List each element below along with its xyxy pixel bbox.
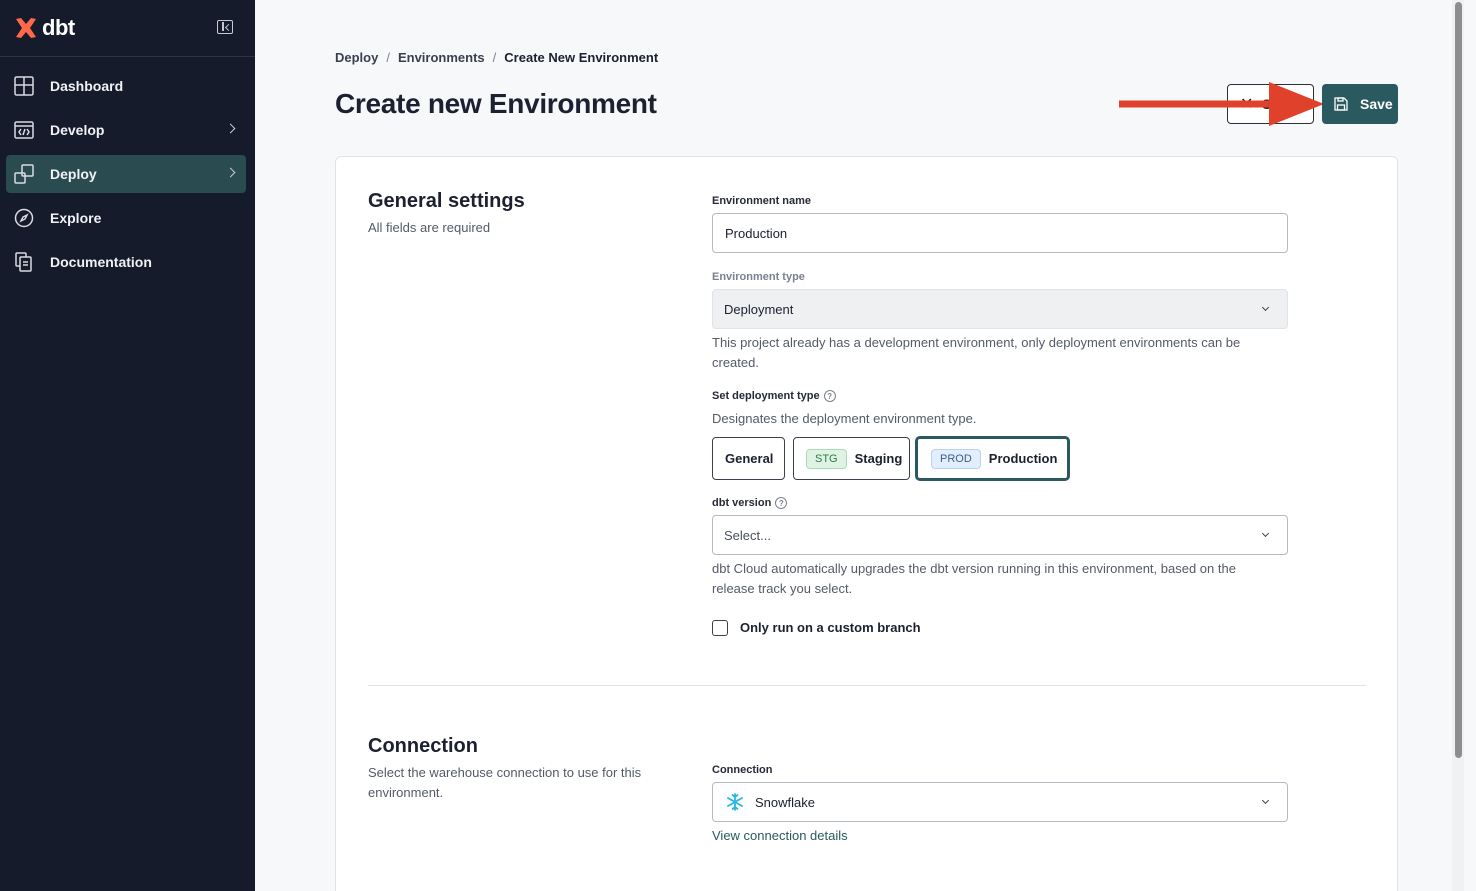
general-settings-subtitle: All fields are required (368, 220, 491, 235)
help-icon[interactable]: ? (823, 390, 836, 402)
breadcrumb: Deploy / Environments / Create New Envir… (335, 50, 658, 65)
grid-icon (14, 76, 34, 96)
deployment-type-label: Set deployment type ? (712, 390, 836, 402)
sidebar-nav: Dashboard Develop Deploy Explore Documen… (0, 57, 255, 281)
annotation-arrow-icon (1119, 82, 1324, 126)
sidebar: dbt Dashboard Develop Deploy Explore Doc… (0, 0, 255, 891)
compass-icon (14, 208, 34, 228)
sidebar-item-documentation[interactable]: Documentation (6, 243, 246, 281)
environment-type-label-text: Environment type (712, 271, 805, 283)
sidebar-item-dashboard[interactable]: Dashboard (6, 67, 246, 105)
environment-type-helper: This project already has a development e… (712, 335, 1241, 370)
general-settings-title: General settings (368, 190, 525, 212)
sidebar-item-label: Deploy (50, 166, 97, 182)
connection-value: Snowflake (755, 794, 815, 810)
sidebar-item-explore[interactable]: Explore (6, 199, 246, 237)
breadcrumb-separator: / (386, 50, 390, 65)
environment-name-input[interactable]: Production (712, 213, 1288, 253)
dbt-version-label-text: dbt version (712, 497, 772, 509)
brand-header: dbt (0, 0, 255, 57)
environment-name-value: Production (725, 225, 788, 241)
snowflake-icon (725, 792, 745, 812)
help-icon[interactable]: ? (775, 497, 788, 509)
custom-branch-label[interactable]: Only run on a custom branch (740, 620, 921, 635)
brand-name: dbt (42, 15, 75, 40)
chevron-right-icon (225, 167, 236, 178)
sidebar-item-label: Documentation (50, 254, 152, 270)
connection-select[interactable]: Snowflake (712, 782, 1288, 822)
sidebar-item-deploy[interactable]: Deploy (6, 155, 246, 193)
sidebar-item-label: Explore (50, 210, 102, 226)
connection-label-text: Connection (712, 764, 773, 776)
connection-title: Connection (368, 735, 478, 757)
environment-name-label: Environment name (712, 195, 811, 207)
docs-icon (14, 252, 34, 272)
scrollbar[interactable] (1452, 0, 1464, 891)
dbt-logo-icon[interactable] (14, 16, 38, 40)
dbt-version-placeholder: Select... (724, 527, 771, 543)
breadcrumb-current: Create New Environment (504, 50, 659, 65)
view-connection-details-link[interactable]: View connection details (712, 828, 848, 843)
environment-type-value: Deployment (724, 301, 794, 317)
page-title: Create new Environment (335, 88, 657, 119)
chevron-down-icon (1261, 303, 1270, 312)
scrollbar-thumb[interactable] (1455, 2, 1462, 758)
deploy-type-staging[interactable]: STG Staging (793, 437, 910, 480)
chevron-down-icon (1261, 529, 1270, 538)
prod-tag: PROD (931, 448, 981, 469)
code-icon (14, 120, 34, 140)
sidebar-item-label: Dashboard (50, 78, 124, 94)
deploy-type-label: Production (988, 451, 1058, 466)
stg-tag: STG (806, 448, 847, 469)
chevron-right-icon (225, 123, 236, 134)
environment-type-select: Deployment (712, 289, 1288, 329)
deploy-type-general[interactable]: General (712, 437, 785, 480)
deploy-type-label: Staging (854, 451, 903, 466)
deployment-type-label-text: Set deployment type (712, 390, 820, 402)
environment-form-card: General settings All fields are required… (335, 156, 1398, 891)
save-icon (1334, 97, 1348, 111)
collapse-sidebar-icon[interactable] (217, 20, 233, 34)
breadcrumb-environments[interactable]: Environments (398, 50, 485, 65)
deploy-type-production[interactable]: PROD Production (916, 437, 1069, 480)
chevron-down-icon (1261, 796, 1270, 805)
save-button[interactable]: Save (1322, 84, 1398, 124)
deployment-type-helper: Designates the deployment environment ty… (712, 411, 977, 426)
sidebar-item-develop[interactable]: Develop (6, 111, 246, 149)
section-divider (368, 685, 1366, 686)
dbt-version-label: dbt version ? (712, 497, 788, 509)
breadcrumb-deploy[interactable]: Deploy (335, 50, 378, 65)
dbt-version-select[interactable]: Select... (712, 515, 1288, 555)
environment-type-label: Environment type (712, 271, 805, 283)
deploy-icon (14, 164, 34, 184)
connection-subtitle: Select the warehouse connection to use f… (368, 765, 642, 800)
save-label: Save (1360, 96, 1393, 112)
dbt-version-helper: dbt Cloud automatically upgrades the dbt… (712, 561, 1236, 596)
main-content: Deploy / Environments / Create New Envir… (255, 0, 1464, 891)
connection-label: Connection (712, 764, 773, 776)
breadcrumb-separator: / (492, 50, 497, 65)
environment-name-label-text: Environment name (712, 195, 812, 207)
custom-branch-checkbox[interactable] (712, 620, 728, 636)
sidebar-item-label: Develop (50, 122, 105, 138)
deploy-type-label: General (725, 451, 774, 466)
